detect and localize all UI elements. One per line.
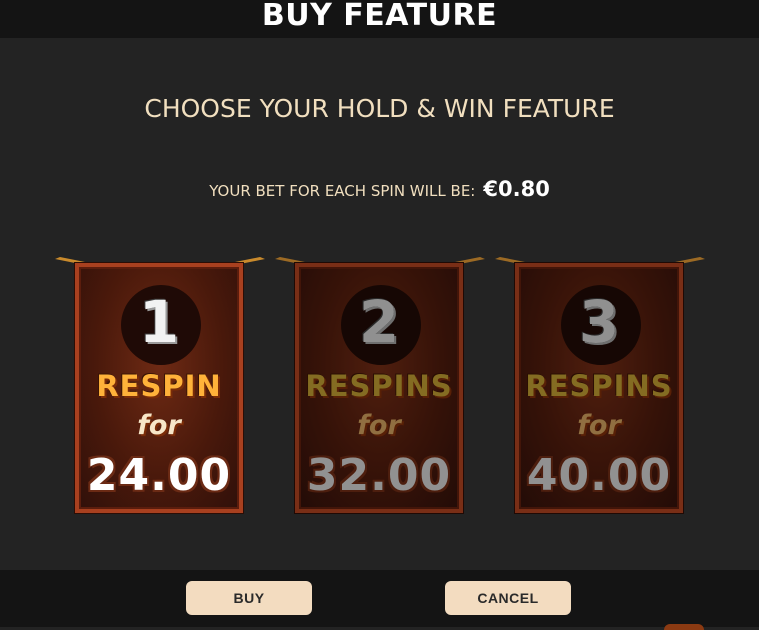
feature-subtitle: CHOOSE YOUR HOLD & WIN FEATURE (144, 94, 615, 123)
respin-label: RESPIN (96, 369, 222, 403)
bet-amount: €0.80 (483, 177, 550, 201)
for-label: for (577, 410, 621, 441)
feature-card-3[interactable]: 3 RESPINS for 40.00 (495, 257, 705, 519)
corner-ornament (664, 624, 704, 630)
respin-count: 1 (138, 288, 180, 356)
page-title: BUY FEATURE (261, 0, 498, 33)
for-label: for (137, 410, 181, 441)
feature-card-2[interactable]: 2 RESPINS for 32.00 (275, 257, 485, 519)
price-value: 40.00 (526, 450, 672, 501)
bet-info: YOUR BET FOR EACH SPIN WILL BE: €0.80 (0, 176, 759, 204)
footer-bar (0, 570, 759, 627)
cancel-button[interactable]: CANCEL (445, 581, 571, 615)
respin-label: RESPINS (305, 369, 453, 403)
feature-card-1[interactable]: 1 RESPIN for 24.00 (55, 257, 265, 519)
card-panel: 2 RESPINS for 32.00 (295, 263, 463, 513)
bet-label: YOUR BET FOR EACH SPIN WILL BE: (209, 182, 476, 200)
respin-count: 3 (578, 288, 620, 356)
for-label: for (357, 410, 401, 441)
card-panel: 1 RESPIN for 24.00 (75, 263, 243, 513)
price-value: 32.00 (306, 450, 452, 501)
respin-count: 2 (358, 288, 400, 356)
card-panel: 3 RESPINS for 40.00 (515, 263, 683, 513)
respin-label: RESPINS (525, 369, 673, 403)
buy-button[interactable]: BUY (186, 581, 312, 615)
price-value: 24.00 (86, 450, 232, 501)
